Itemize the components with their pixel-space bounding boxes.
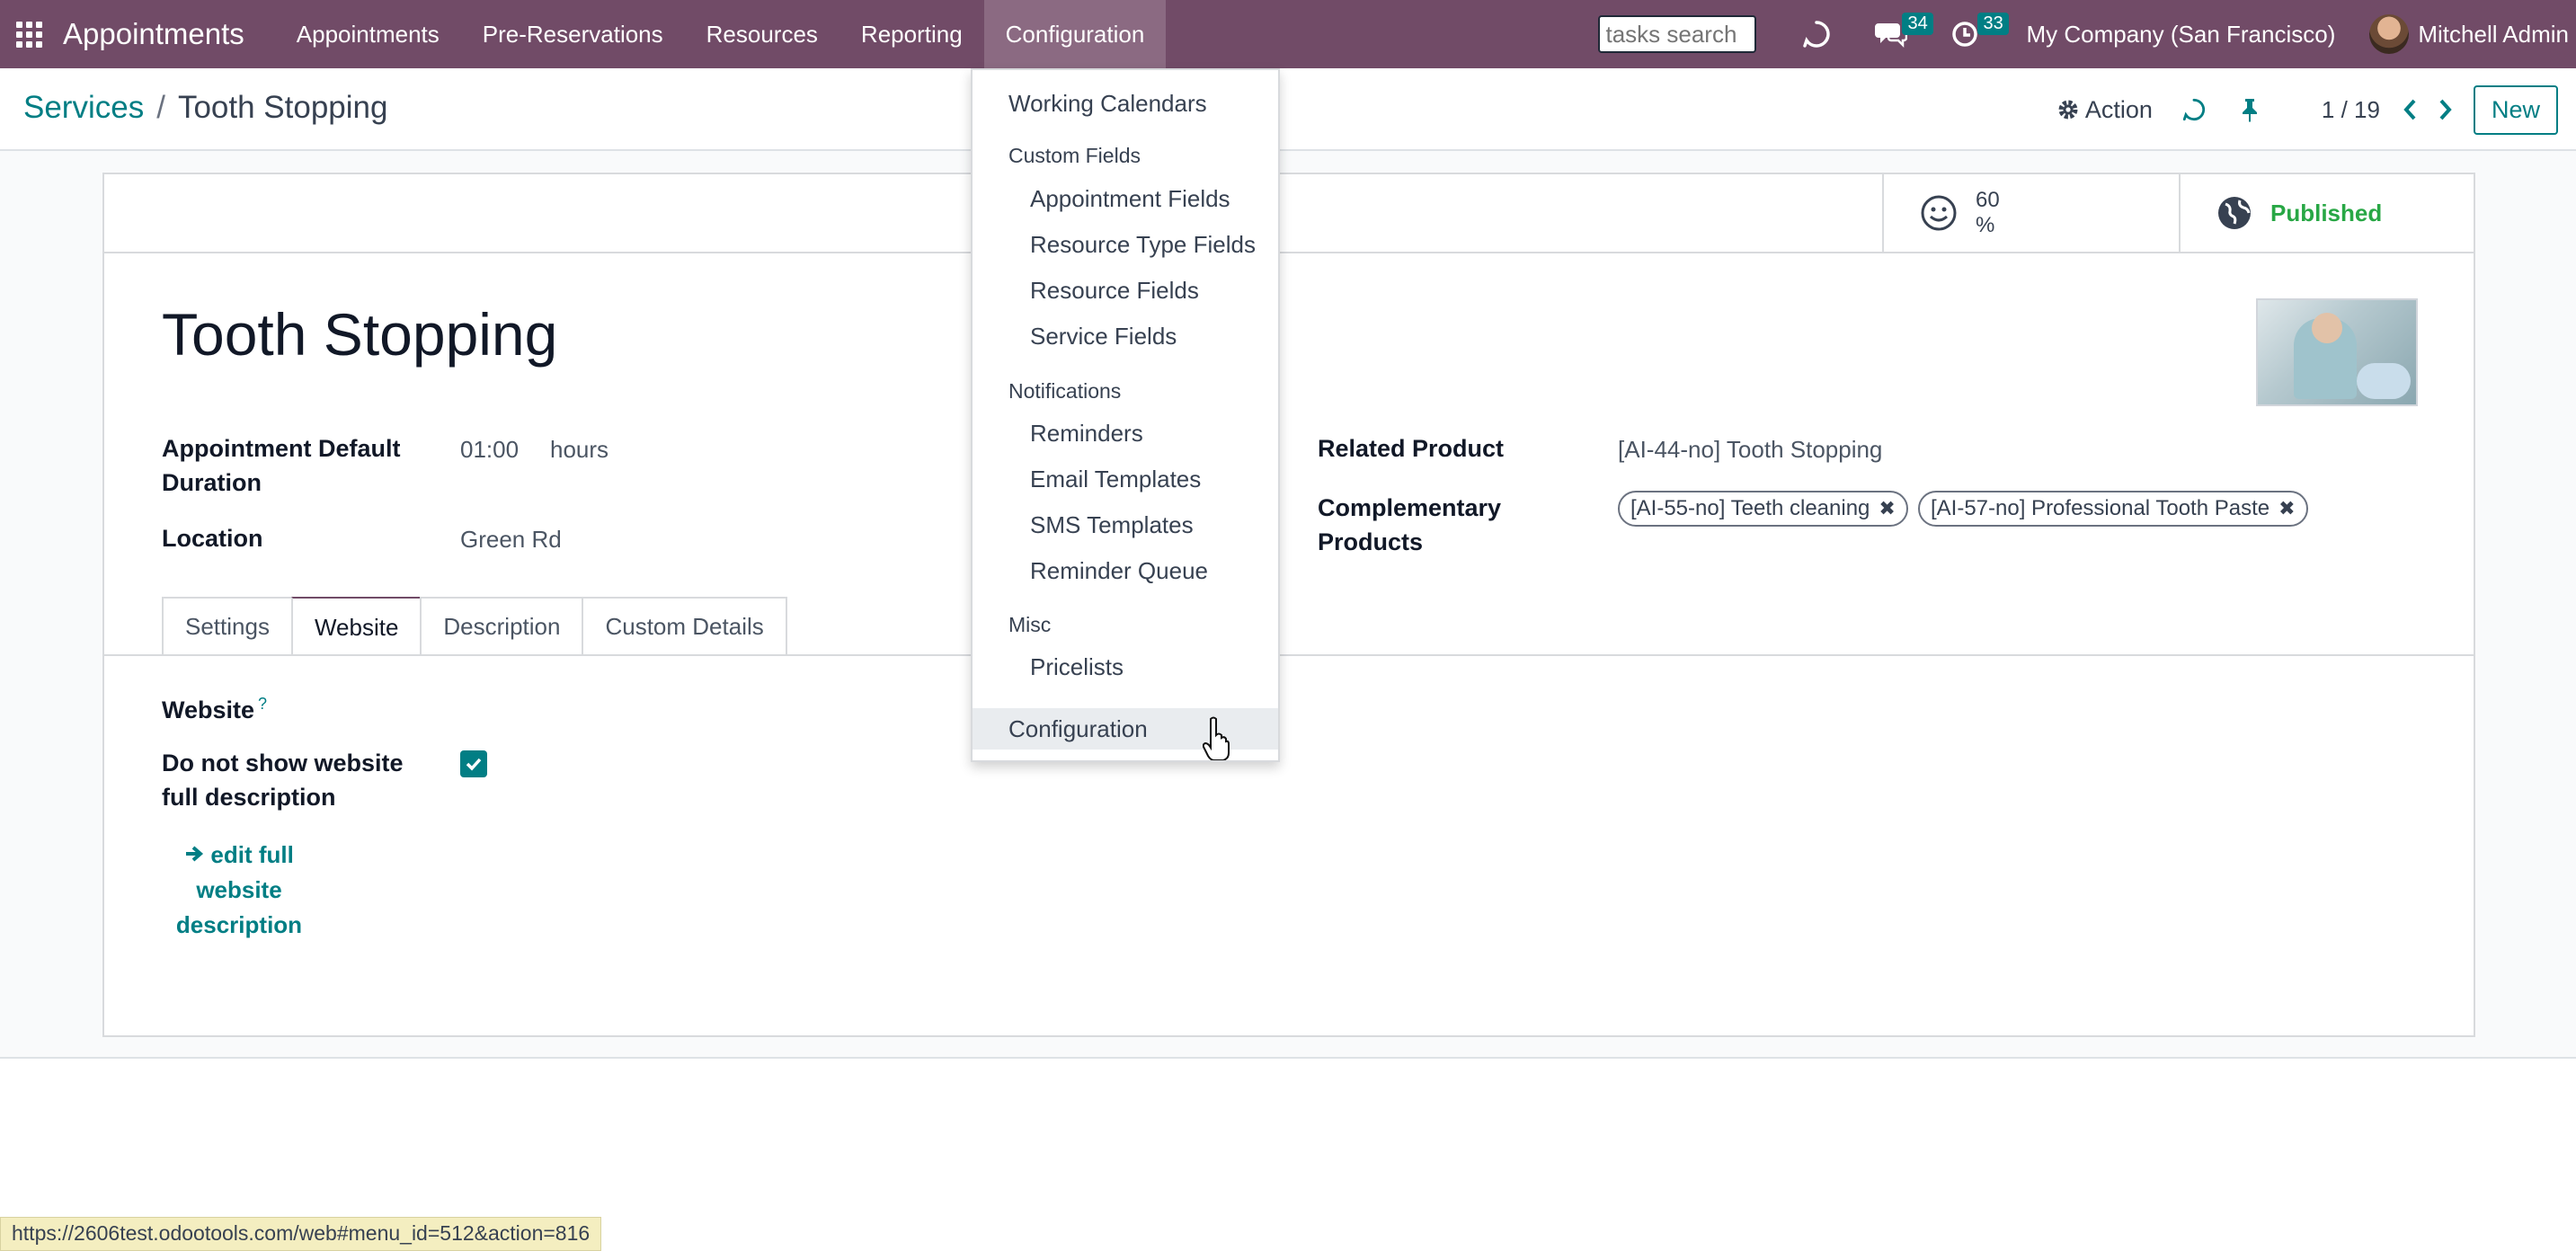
app-brand[interactable]: Appointments xyxy=(63,17,244,51)
pager-value[interactable]: 1 / 19 xyxy=(2322,96,2380,124)
checkmark-icon xyxy=(466,758,482,771)
menu-reporting[interactable]: Reporting xyxy=(839,0,984,68)
complementary-tag[interactable]: [AI-57-no] Professional Tooth Paste ✖ xyxy=(1918,491,2308,527)
rating-stat-button[interactable]: 60 % xyxy=(1882,174,2179,252)
action-label: Action xyxy=(2084,95,2153,123)
location-value[interactable]: Green Rd xyxy=(460,522,562,556)
discard-refresh-icon[interactable] xyxy=(2181,97,2207,122)
menu-configuration[interactable]: Configuration xyxy=(983,0,1167,68)
dd-header-notifications: Notifications xyxy=(1008,379,1122,403)
no-full-desc-label: Do not show website full description xyxy=(162,750,404,811)
dd-header-custom-fields: Custom Fields xyxy=(1008,144,1141,167)
globe-icon xyxy=(2218,197,2251,229)
duration-label: Appointment Default Duration xyxy=(162,435,401,496)
dd-pricelists[interactable]: Pricelists xyxy=(973,646,1278,688)
breadcrumb: Services / Tooth Stopping xyxy=(23,90,387,126)
breadcrumb-services[interactable]: Services xyxy=(23,90,144,126)
arrow-right-icon xyxy=(186,846,204,862)
activities-clock-icon[interactable]: 33 xyxy=(1950,0,2009,68)
website-section-label: Website? xyxy=(162,687,267,727)
rating-unit: % xyxy=(1976,213,1995,237)
remove-tag-icon[interactable]: ✖ xyxy=(1879,497,1895,520)
breadcrumb-separator: / xyxy=(156,90,165,125)
top-navbar: Appointments Appointments Pre-Reservatio… xyxy=(0,0,2576,68)
tag-label: [AI-55-no] Teeth cleaning xyxy=(1630,496,1870,520)
menu-pre-reservations[interactable]: Pre-Reservations xyxy=(461,0,685,68)
apps-menu-icon[interactable] xyxy=(2,0,56,68)
dd-working-calendars[interactable]: Working Calendars xyxy=(973,83,1278,124)
record-title[interactable]: Tooth Stopping xyxy=(162,300,557,368)
tasks-search-input[interactable] xyxy=(1598,15,1757,53)
status-url-bar: https://2606test.odootools.com/web#menu_… xyxy=(0,1217,602,1251)
dd-resource-type-fields[interactable]: Resource Type Fields xyxy=(973,224,1278,265)
published-stat-button[interactable]: Published xyxy=(2179,174,2474,252)
form-sheet: 60 % Published Tooth Stopping Appointmen… xyxy=(102,173,2475,1037)
gear-icon xyxy=(2058,100,2078,120)
edit-full-description-link[interactable]: edit full website description xyxy=(167,838,311,943)
hand-pointer-icon xyxy=(1202,715,1230,765)
button-box: 60 % Published xyxy=(104,174,2474,253)
dd-reminder-queue[interactable]: Reminder Queue xyxy=(973,550,1278,591)
dd-configuration[interactable]: Configuration xyxy=(973,708,1278,750)
help-tooltip-icon[interactable]: ? xyxy=(258,695,267,713)
company-switcher[interactable]: My Company (San Francisco) xyxy=(2026,21,2335,49)
breadcrumb-current: Tooth Stopping xyxy=(177,90,388,125)
duration-unit: hours xyxy=(550,436,609,463)
pager-next-icon[interactable] xyxy=(2438,98,2454,121)
dd-email-templates[interactable]: Email Templates xyxy=(973,458,1278,500)
dd-reminders[interactable]: Reminders xyxy=(973,413,1278,454)
menu-appointments[interactable]: Appointments xyxy=(275,0,461,68)
dd-header-misc: Misc xyxy=(1008,613,1052,636)
tab-settings[interactable]: Settings xyxy=(162,597,293,654)
user-menu[interactable]: Mitchell Admin xyxy=(2418,21,2569,49)
dd-service-fields[interactable]: Service Fields xyxy=(973,315,1278,357)
tag-label: [AI-57-no] Professional Tooth Paste xyxy=(1931,496,2270,520)
no-full-desc-checkbox[interactable] xyxy=(460,750,487,777)
pin-icon[interactable] xyxy=(2239,97,2261,122)
related-product-value[interactable]: [AI-44-no] Tooth Stopping xyxy=(1618,432,1882,466)
menu-resources[interactable]: Resources xyxy=(685,0,839,68)
rating-value: 60 xyxy=(1976,188,2000,212)
notebook-tabs: Settings Website Description Custom Deta… xyxy=(162,597,787,656)
dd-appointment-fields[interactable]: Appointment Fields xyxy=(973,178,1278,219)
dd-resource-fields[interactable]: Resource Fields xyxy=(973,270,1278,311)
new-button[interactable]: New xyxy=(2473,84,2558,135)
duration-value[interactable]: 01:00 xyxy=(460,432,519,466)
refresh-icon[interactable] xyxy=(1801,0,1832,68)
messages-badge: 34 xyxy=(1902,13,1933,35)
dd-sms-templates[interactable]: SMS Templates xyxy=(973,504,1278,546)
website-label: Website xyxy=(162,696,255,723)
tab-description[interactable]: Description xyxy=(420,597,584,654)
location-label: Location xyxy=(162,525,263,552)
related-product-label: Related Product xyxy=(1318,435,1505,462)
tab-divider xyxy=(104,654,2474,656)
pager-prev-icon[interactable] xyxy=(2402,98,2418,121)
service-image[interactable] xyxy=(2256,298,2418,406)
complementary-label: Complementary Products xyxy=(1318,494,1502,555)
configuration-dropdown: Working Calendars Custom Fields Appointm… xyxy=(971,68,1280,762)
smile-icon xyxy=(1921,195,1957,231)
published-label: Published xyxy=(2270,199,2383,226)
messages-icon[interactable]: 34 xyxy=(1875,0,1933,68)
activities-badge: 33 xyxy=(1977,13,2009,35)
action-button[interactable]: Action xyxy=(2056,96,2153,124)
control-panel: Services / Tooth Stopping Action 1 / 19 … xyxy=(0,68,2576,151)
complementary-tag[interactable]: [AI-55-no] Teeth cleaning ✖ xyxy=(1618,491,1908,527)
tab-website[interactable]: Website xyxy=(290,597,422,656)
tab-custom-details[interactable]: Custom Details xyxy=(582,597,787,654)
user-avatar[interactable] xyxy=(2369,14,2410,54)
remove-tag-icon[interactable]: ✖ xyxy=(2278,497,2295,520)
